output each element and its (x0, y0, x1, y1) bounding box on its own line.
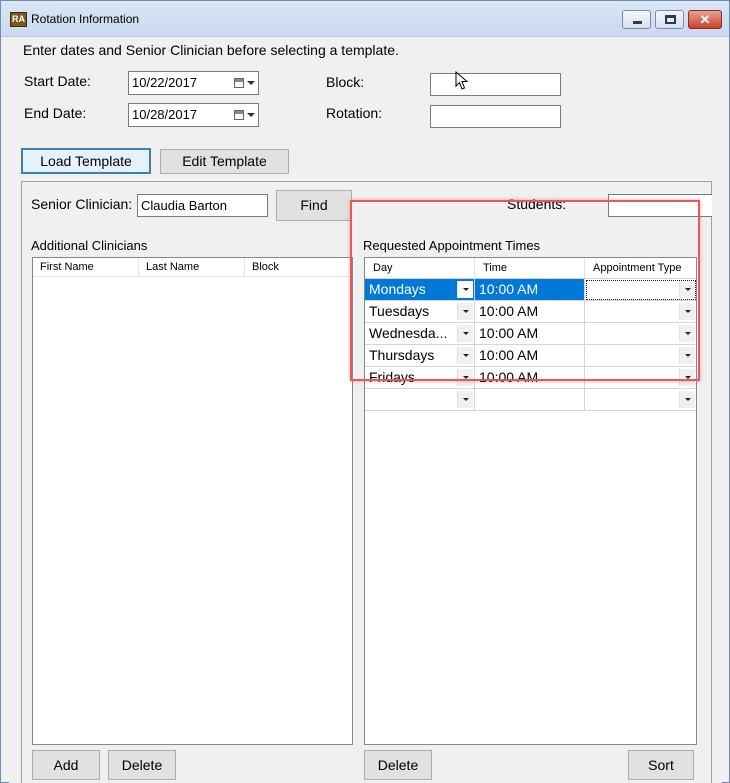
day-value: Wednesda... (369, 325, 448, 341)
start-date-picker[interactable]: 10/22/2017 (128, 71, 259, 95)
grid-cell-day[interactable]: Mondays (365, 279, 475, 301)
chevron-down-icon[interactable] (679, 325, 695, 342)
start-date-value: 10/22/2017 (132, 75, 198, 90)
day-value: Thursdays (369, 347, 435, 363)
title-bar[interactable]: RA Rotation Information ✕ (1, 1, 729, 37)
delete-appointment-button[interactable]: Delete (364, 750, 432, 780)
end-date-value: 10/28/2017 (132, 107, 198, 122)
appointment-times-grid[interactable]: Day Time Appointment Type Mondays 10:00 … (364, 257, 697, 745)
close-icon: ✕ (699, 12, 711, 27)
day-value: Tuesdays (369, 303, 430, 319)
calendar-icon[interactable] (234, 110, 244, 120)
grid-cell-appointment-type[interactable] (585, 301, 696, 323)
grid-cell-time[interactable]: 10:00 AM (475, 279, 585, 301)
grid-cell-appointment-type[interactable] (585, 279, 696, 301)
grid-cell-day[interactable]: Fridays (365, 367, 475, 389)
chevron-down-icon[interactable] (457, 281, 473, 298)
load-template-button[interactable]: Load Template (21, 148, 151, 174)
chevron-down-icon[interactable] (457, 325, 473, 342)
column-header-day[interactable]: Day (365, 258, 475, 279)
additional-clinicians-title: Additional Clinicians (31, 238, 148, 253)
maximize-icon (665, 15, 676, 24)
chevron-down-icon[interactable] (457, 369, 473, 386)
chevron-down-icon[interactable] (679, 391, 695, 408)
senior-clinician-label: Senior Clinician: (31, 196, 133, 212)
students-field[interactable] (608, 194, 712, 217)
end-date-label: End Date: (24, 105, 87, 121)
maximize-button[interactable] (655, 10, 684, 29)
day-value: Fridays (369, 369, 415, 385)
start-date-label: Start Date: (24, 73, 91, 89)
window-client-area: Enter dates and Senior Clinician before … (9, 38, 722, 783)
column-header-appointment-type[interactable]: Appointment Type (585, 258, 696, 279)
block-label: Block: (326, 74, 365, 90)
chevron-down-icon[interactable] (457, 303, 473, 320)
column-header-time[interactable]: Time (475, 258, 585, 279)
close-button[interactable]: ✕ (688, 10, 722, 29)
instruction-text: Enter dates and Senior Clinician before … (23, 42, 399, 58)
rotation-information-window: RA Rotation Information ✕ Enter dates an… (0, 0, 730, 783)
grid-cell-day[interactable]: Thursdays (365, 345, 475, 367)
end-date-picker[interactable]: 10/28/2017 (128, 103, 259, 127)
senior-clinician-field[interactable]: Claudia Barton (137, 194, 268, 217)
grid-cell-day[interactable]: Wednesda... (365, 323, 475, 345)
calendar-icon[interactable] (234, 78, 244, 88)
rotation-label: Rotation: (326, 105, 383, 121)
chevron-down-icon[interactable] (247, 81, 255, 85)
sort-button[interactable]: Sort (628, 750, 694, 780)
column-header-first-name[interactable]: First Name (33, 258, 139, 277)
minimize-icon (633, 21, 642, 24)
grid-cell-time[interactable]: 10:00 AM (475, 301, 585, 323)
additional-clinicians-list[interactable]: First Name Last Name Block (32, 257, 353, 745)
grid-cell-time[interactable]: 10:00 AM (475, 345, 585, 367)
add-clinician-button[interactable]: Add (32, 750, 100, 780)
app-icon: RA (10, 12, 27, 27)
grid-cell-time[interactable] (475, 389, 585, 411)
delete-clinician-button[interactable]: Delete (108, 750, 176, 780)
chevron-down-icon[interactable] (679, 281, 695, 298)
minimize-button[interactable] (622, 10, 651, 29)
grid-cell-day[interactable] (365, 389, 475, 411)
grid-cell-day[interactable]: Tuesdays (365, 301, 475, 323)
requested-appointment-times-title: Requested Appointment Times (363, 238, 541, 253)
column-header-block[interactable]: Block (245, 258, 352, 277)
window-title: Rotation Information (31, 12, 140, 26)
chevron-down-icon[interactable] (247, 113, 255, 117)
grid-cell-time[interactable]: 10:00 AM (475, 323, 585, 345)
chevron-down-icon[interactable] (679, 347, 695, 364)
chevron-down-icon[interactable] (457, 347, 473, 364)
column-header-last-name[interactable]: Last Name (139, 258, 245, 277)
grid-cell-appointment-type[interactable] (585, 367, 696, 389)
clinicians-group: Senior Clinician: Claudia Barton Find St… (21, 181, 712, 783)
students-label: Students: (507, 196, 567, 212)
chevron-down-icon[interactable] (679, 369, 695, 386)
day-value: Mondays (369, 281, 426, 297)
grid-cell-time[interactable]: 10:00 AM (475, 367, 585, 389)
grid-cell-appointment-type[interactable] (585, 323, 696, 345)
block-field[interactable] (430, 73, 561, 96)
chevron-down-icon[interactable] (679, 303, 695, 320)
edit-template-button[interactable]: Edit Template (160, 149, 289, 174)
rotation-field[interactable] (430, 105, 561, 128)
mouse-pointer-icon (455, 71, 469, 90)
list-header: First Name Last Name Block (33, 258, 352, 277)
find-button[interactable]: Find (276, 190, 352, 221)
chevron-down-icon[interactable] (457, 391, 473, 408)
grid-cell-appointment-type[interactable] (585, 389, 696, 411)
grid-cell-appointment-type[interactable] (585, 345, 696, 367)
